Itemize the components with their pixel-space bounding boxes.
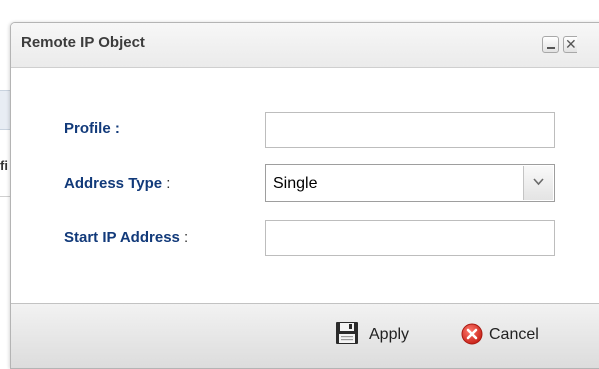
floppy-disk-icon [336, 322, 358, 344]
start-ip-input[interactable] [265, 220, 555, 256]
chevron-down-icon [533, 178, 544, 186]
start-ip-label: Start IP Address : [64, 229, 188, 246]
remote-ip-object-dialog: Remote IP Object ✕ Profile : Address Typ… [10, 22, 599, 369]
dialog-title: Remote IP Object [21, 34, 145, 51]
background-text-fragment: fi [0, 158, 8, 173]
dialog-titlebar[interactable]: Remote IP Object ✕ [11, 23, 599, 68]
address-type-label: Address Type : [64, 175, 170, 192]
minimize-button[interactable] [542, 36, 559, 53]
address-type-label-text: Address Type [64, 175, 163, 192]
cancel-label: Cancel [489, 326, 539, 343]
cancel-button[interactable]: Cancel [461, 321, 573, 347]
dialog-footer: Apply Cancel [11, 303, 599, 368]
minimize-icon [547, 47, 555, 49]
profile-label-text: Profile [64, 120, 111, 137]
address-type-label-colon: : [162, 175, 171, 192]
close-button[interactable]: ✕ [563, 36, 577, 53]
address-type-select[interactable]: Single [265, 164, 555, 202]
profile-input[interactable] [265, 112, 555, 148]
profile-label-colon: : [110, 120, 120, 137]
address-type-selected-value: Single [273, 175, 318, 192]
cancel-icon [461, 323, 483, 345]
apply-button[interactable]: Apply [335, 321, 435, 347]
apply-label: Apply [369, 326, 410, 343]
start-ip-label-colon: : [179, 229, 189, 246]
close-icon: ✕ [565, 36, 577, 52]
profile-label: Profile : [64, 120, 120, 137]
start-ip-label-text: Start IP Address [64, 229, 180, 246]
dropdown-arrow-button[interactable] [523, 166, 553, 200]
